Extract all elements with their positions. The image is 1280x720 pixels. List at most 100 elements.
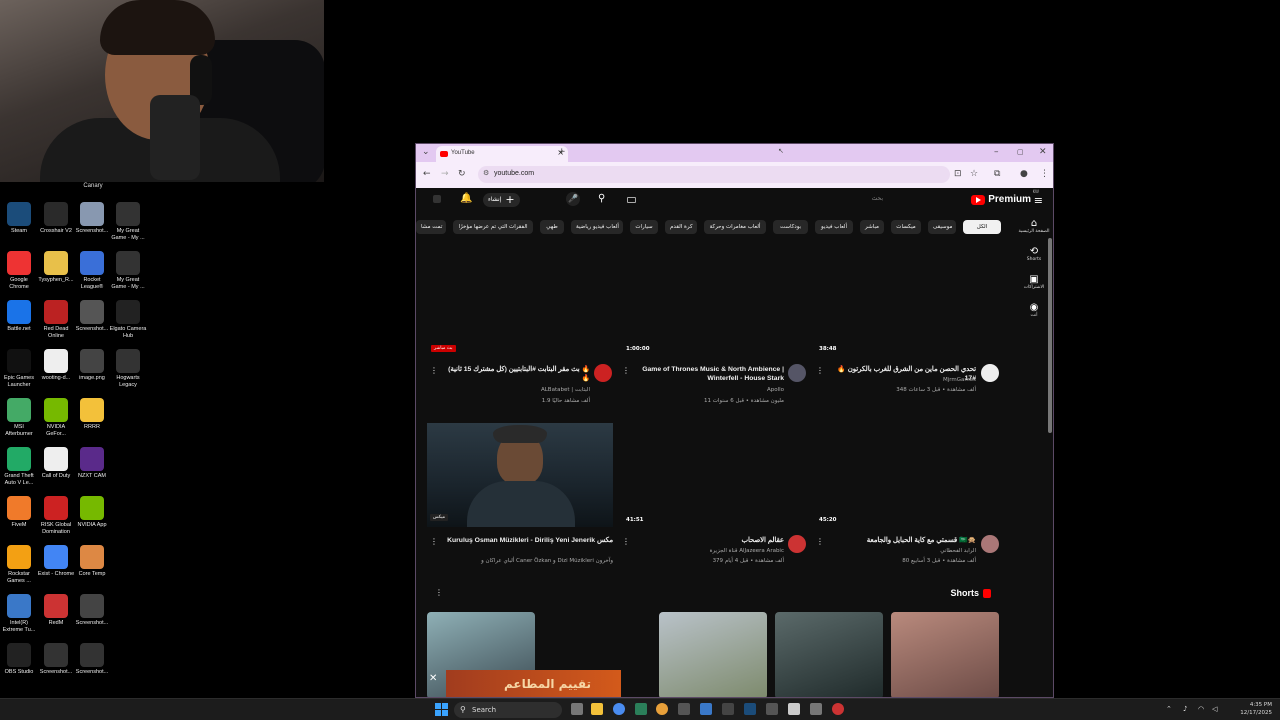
video-title[interactable]: Game of Thrones Music & North Ambience |… [642, 365, 784, 383]
notifications-bell-icon[interactable]: 🔔 [460, 193, 472, 204]
tray-mic-icon[interactable]: ♪ [1183, 705, 1187, 713]
install-app-icon[interactable]: ⊡ [954, 169, 962, 179]
more-options-icon[interactable]: ⋮ [816, 366, 824, 375]
channel-avatar[interactable] [788, 364, 806, 382]
window-close-icon[interactable]: ✕ [1039, 147, 1047, 157]
hamburger-menu-icon[interactable]: ≡ [1034, 194, 1043, 207]
desktop-icon[interactable]: My Great Game - My ... [109, 202, 147, 241]
short-thumbnail[interactable] [891, 612, 999, 697]
desktop-icon[interactable]: FiveM [0, 496, 38, 529]
taskbar-search[interactable]: ⚲ Search [454, 702, 562, 718]
steam-icon[interactable] [744, 703, 756, 715]
cast-icon[interactable] [433, 195, 441, 203]
new-tab-icon[interactable]: + [558, 147, 566, 157]
channel-avatar[interactable] [788, 535, 806, 553]
short-thumbnail[interactable] [775, 612, 883, 697]
address-bar[interactable]: ⚙ youtube.com [478, 166, 950, 183]
bookmark-star-icon[interactable]: ☆ [970, 169, 978, 179]
channel-avatar[interactable] [594, 364, 612, 382]
chrome-icon[interactable] [613, 703, 625, 715]
desktop-icon[interactable]: Screenshot... [73, 300, 111, 333]
desktop-icon[interactable]: Steam [0, 202, 38, 235]
desktop-icon[interactable]: Screenshot... [73, 594, 111, 627]
task-view-icon[interactable] [571, 703, 583, 715]
desktop-icon[interactable]: Exist - Chrome [37, 545, 75, 578]
wifi-icon[interactable]: ◠ [1198, 705, 1204, 713]
desktop-icon[interactable]: RISK Global Domination [37, 496, 75, 535]
browser-menu-icon[interactable]: ⋮ [1040, 169, 1049, 179]
back-icon[interactable]: ← [423, 169, 431, 179]
desktop-icon[interactable]: MSI Afterburner [0, 398, 38, 437]
desktop-icon[interactable]: Rockstar Games ... [0, 545, 38, 584]
short-thumbnail[interactable] [659, 612, 767, 697]
filter-chip[interactable]: ألعاب فيديو رياضية [571, 220, 623, 234]
desktop-icon[interactable]: OBS Studio [0, 643, 38, 676]
extensions-icon[interactable]: ⧉ [994, 169, 1000, 179]
shorts-more-options-icon[interactable]: ⋮ [435, 588, 443, 597]
forward-icon[interactable]: → [441, 169, 449, 179]
search-input[interactable]: بحث [616, 193, 891, 208]
desktop-icon[interactable]: Core Temp [73, 545, 111, 578]
desktop-icon[interactable]: Call of Duty [37, 447, 75, 480]
filter-chip[interactable]: موسيقى [928, 220, 956, 234]
desktop-icon[interactable]: Epic Games Launcher [0, 349, 38, 388]
filter-chip[interactable]: الكل [963, 220, 1001, 234]
video-title[interactable]: Kuruluş Osman Müzikleri - Diriliş Yeni J… [446, 536, 613, 545]
search-icon[interactable]: ⚲ [598, 193, 605, 204]
more-options-icon[interactable]: ⋮ [430, 537, 438, 546]
video-channel[interactable]: MjrmGames [836, 377, 976, 383]
desktop-icon[interactable]: NVIDIA App [73, 496, 111, 529]
desktop-icon[interactable]: Intel(R) Extreme Tu... [0, 594, 38, 633]
video-channel[interactable]: قناة الجزيرة AlJazeera Arabic [642, 548, 784, 554]
youtube-logo[interactable]: Premium KW [971, 189, 1039, 205]
video-channel[interactable]: ألباي عراكان و Caner Özkan و Dizi Müzikl… [446, 558, 613, 564]
filter-chip[interactable]: طهي [540, 220, 564, 234]
app-icon[interactable] [810, 703, 822, 715]
video-title[interactable]: عقالم الاصحاب [642, 536, 784, 545]
app-icon[interactable] [788, 703, 800, 715]
desktop-icon[interactable]: Elgato Camera Hub [109, 300, 147, 339]
windows-start-icon[interactable] [435, 703, 448, 716]
filter-chip[interactable]: ميكسات [891, 220, 921, 234]
guide-home[interactable]: ⌂ الصفحة الرئيسية [1015, 218, 1053, 234]
profile-icon[interactable]: ● [1020, 169, 1028, 179]
filter-chip[interactable]: ألعاب مغامرات وحركة [704, 220, 766, 234]
ad-banner[interactable]: تقييم المطاعم [446, 670, 621, 697]
desktop-icon[interactable]: Screenshot... [73, 202, 111, 235]
page-scrollbar[interactable] [1048, 238, 1052, 433]
filter-chip[interactable]: سيارات [630, 220, 658, 234]
tab-youtube[interactable]: YouTube × [436, 146, 568, 162]
reload-icon[interactable]: ↻ [458, 169, 466, 179]
filter-chip[interactable]: الفقرات التي تم عرضها مؤخرًا [453, 220, 533, 234]
desktop-icon[interactable]: NVIDIA GeFor... [37, 398, 75, 437]
site-info-icon[interactable]: ⚙ [483, 169, 489, 177]
video-thumbnail[interactable]: ميكس [427, 423, 613, 527]
voice-search-icon[interactable]: 🎤 [566, 192, 580, 206]
desktop-icon[interactable]: Grand Theft Auto V Le... [0, 447, 38, 486]
desktop-icon[interactable]: RedM [37, 594, 75, 627]
tab-search-icon[interactable]: ⌄ [422, 147, 430, 157]
desktop-icon[interactable]: Screenshot... [73, 643, 111, 676]
maximize-icon[interactable]: ▢ [1017, 148, 1024, 156]
desktop-icon[interactable]: Hogwarts Legacy [109, 349, 147, 388]
desktop-icon-label-canary[interactable]: Canary [70, 183, 116, 189]
video-title[interactable]: بث مقر البتابت #البتابتيين (كل مشترك 15 … [446, 365, 590, 383]
desktop-icon[interactable]: Tysyphen_R... [37, 251, 75, 284]
app-icon[interactable] [832, 703, 844, 715]
keyboard-icon[interactable] [627, 197, 636, 203]
minimize-icon[interactable]: – [994, 147, 999, 157]
video-title[interactable]: قسمتي مع كاية الحبايل والجامعة 🇸🇦🙊 [836, 536, 976, 545]
video-channel[interactable]: ALBatabet | البتابت [446, 387, 590, 393]
desktop-icon[interactable]: Crosshair V2 [37, 202, 75, 235]
channel-avatar[interactable] [981, 364, 999, 382]
more-options-icon[interactable]: ⋮ [430, 366, 438, 375]
desktop-icon[interactable]: RRRR [73, 398, 111, 431]
filter-chip[interactable]: ألعاب فيديو [815, 220, 853, 234]
video-channel[interactable]: Apollo [642, 387, 784, 393]
file-explorer-icon[interactable] [591, 703, 603, 715]
channel-avatar[interactable] [981, 535, 999, 553]
desktop-icon[interactable]: NZXT CAM [73, 447, 111, 480]
clock[interactable]: 4:35 PM 12/17/2025 [1240, 701, 1272, 717]
filter-chip[interactable]: تمت مشا [416, 220, 446, 234]
desktop-icon[interactable]: Google Chrome [0, 251, 38, 290]
